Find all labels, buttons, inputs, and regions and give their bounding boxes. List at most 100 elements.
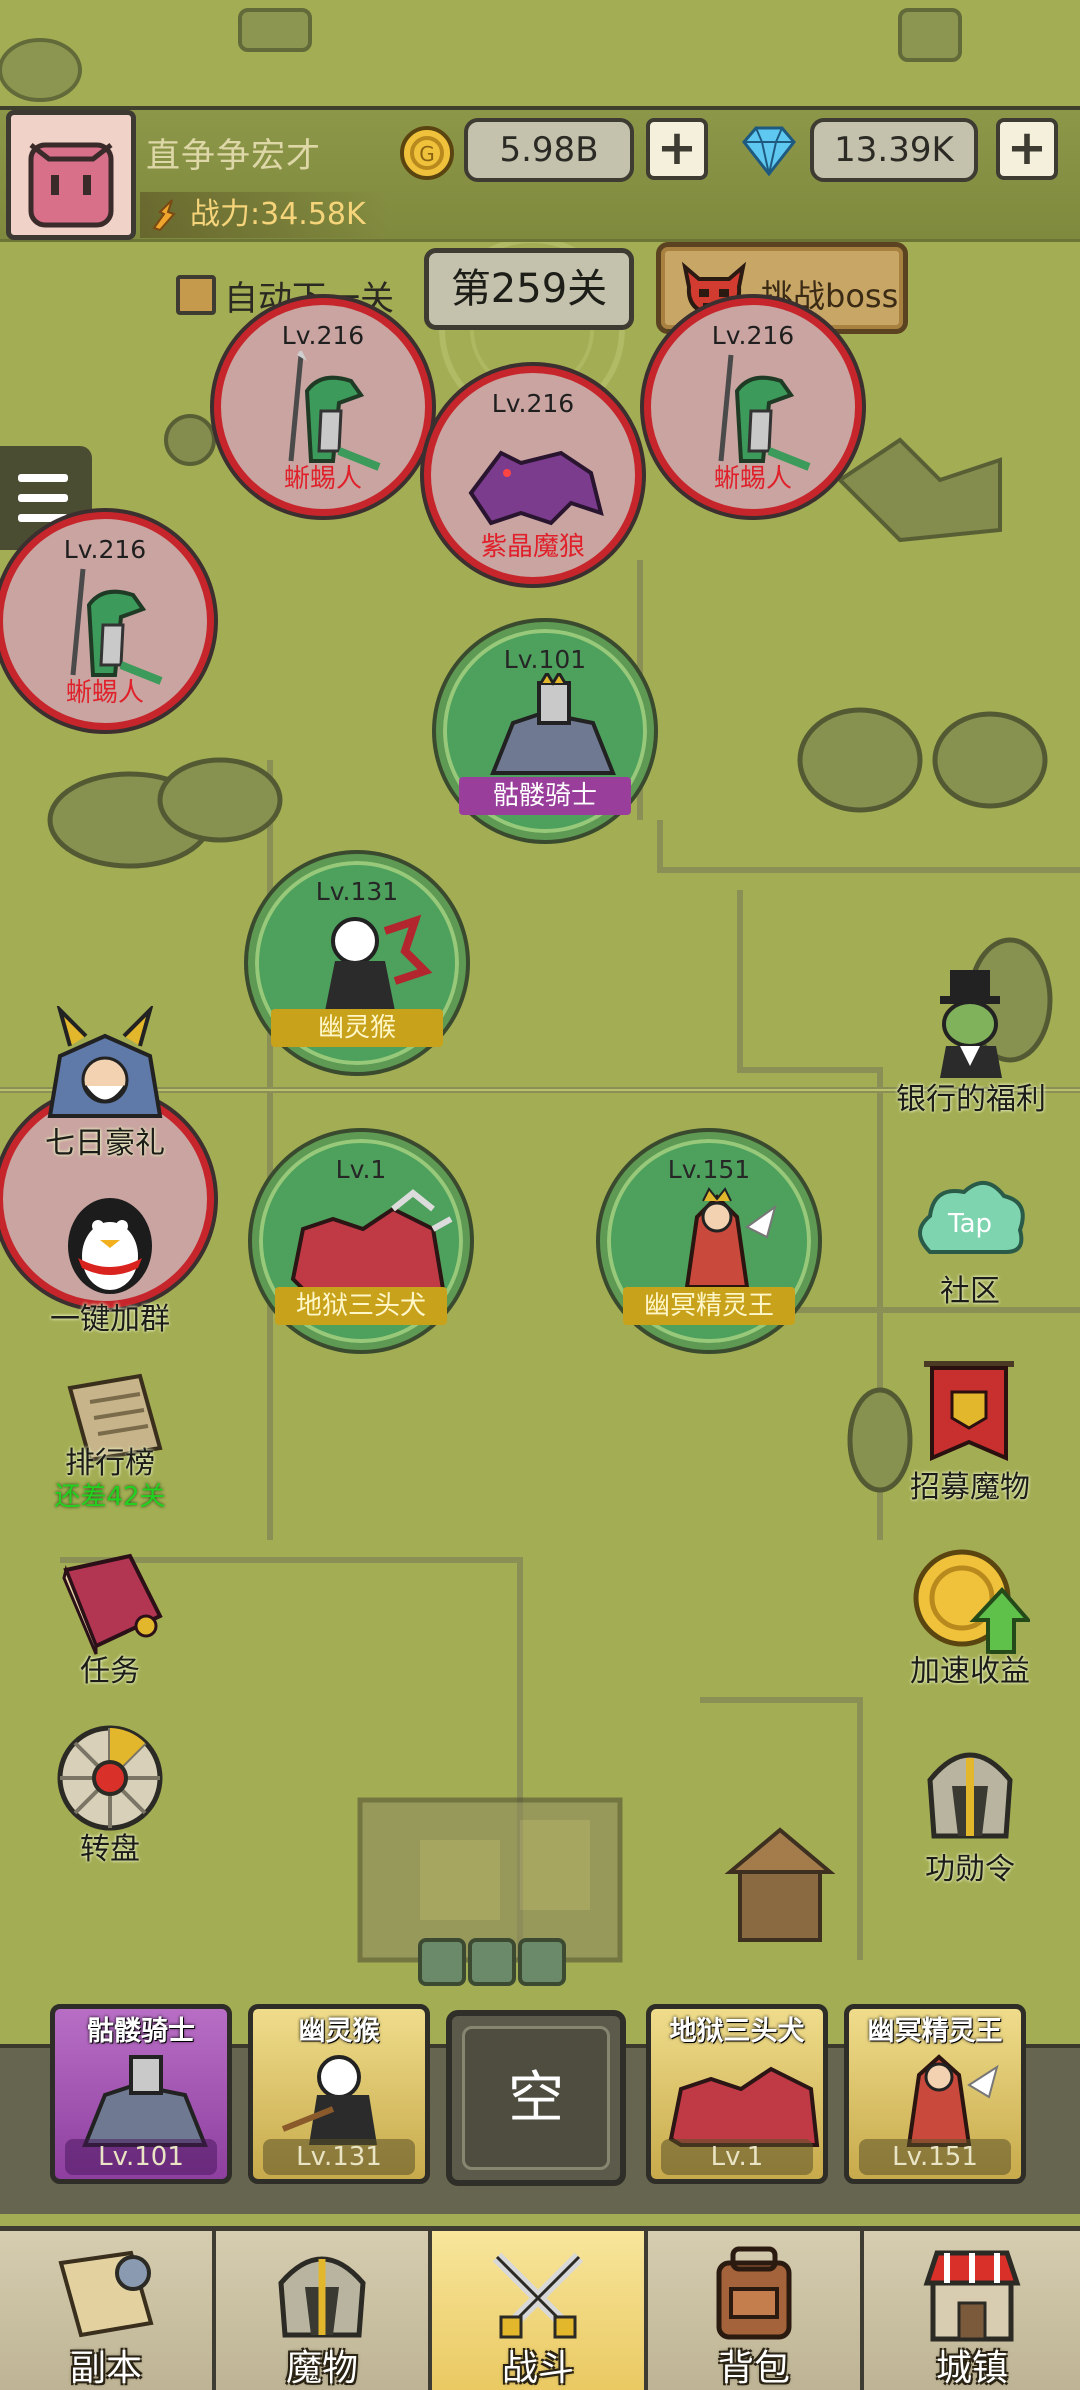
- tab-label: 副本: [69, 2348, 142, 2389]
- knight-helmet-icon: [47, 1003, 163, 1118]
- wheel-label: 转盘: [80, 1832, 140, 1867]
- team-slot[interactable]: 幽灵猴 Lv.131: [248, 2004, 430, 2184]
- unit-name: 蜥蜴人: [283, 464, 362, 494]
- cerberus-icon: [668, 2066, 820, 2147]
- team-slot[interactable]: 幽冥精灵王 Lv.151: [844, 2004, 1026, 2184]
- ally-unit[interactable]: Lv.151 幽冥精灵王: [600, 1132, 818, 1350]
- skeleton-knight-icon: [82, 2055, 208, 2147]
- join-group-button[interactable]: 一键加群: [40, 1186, 180, 1337]
- recruit-monster-button[interactable]: 招募魔物: [890, 1358, 1050, 1508]
- tab-label: 城镇: [935, 2348, 1008, 2389]
- unit-name: 幽冥精灵王: [623, 1287, 795, 1325]
- monster-avatar-icon: [28, 142, 114, 228]
- svg-text:G: G: [419, 142, 435, 166]
- unit-name: 蜥蜴人: [713, 464, 792, 494]
- tap-text: Tap: [947, 1209, 992, 1239]
- tasks-button[interactable]: 任务: [40, 1546, 180, 1696]
- join-group-label: 一键加群: [50, 1302, 170, 1337]
- team-slot[interactable]: 骷髅骑士 Lv.101: [50, 2004, 232, 2184]
- team-slot[interactable]: 地狱三头犬 Lv.1: [646, 2004, 828, 2184]
- shop-icon: [923, 2250, 1021, 2342]
- tab-label: 战斗: [501, 2348, 574, 2389]
- tab-monsters[interactable]: 魔物: [216, 2231, 432, 2390]
- cerberus-icon: [290, 1189, 453, 1291]
- gold-coin-icon: G: [400, 126, 454, 180]
- unit-level: Lv.1: [335, 1155, 387, 1184]
- enemy-unit[interactable]: Lv.216 蜥蜴人: [0, 512, 214, 730]
- team-slot-empty[interactable]: 空: [446, 2010, 626, 2186]
- bank-welfare-button[interactable]: 银行的福利: [896, 970, 1046, 1120]
- ranking-button[interactable]: 排行榜 还差42关: [40, 1368, 180, 1518]
- elf-king-icon: [906, 2054, 999, 2147]
- enemy-unit[interactable]: Lv.216 紫晶魔狼: [424, 366, 642, 584]
- unit-level: Lv.216: [711, 321, 795, 350]
- backpack-icon: [716, 2246, 792, 2340]
- coin-arrow-icon: [913, 1549, 1030, 1654]
- tab-backpack[interactable]: 背包: [648, 2231, 864, 2390]
- seven-day-gift-button[interactable]: 七日豪礼: [30, 1003, 180, 1161]
- roulette-wheel-icon: [57, 1725, 163, 1831]
- map-scroll-icon: [58, 2250, 154, 2338]
- menu-line: [18, 474, 68, 482]
- speed-up-button[interactable]: 加速收益: [890, 1546, 1050, 1696]
- unit-level: Lv.101: [503, 645, 587, 674]
- elf-king-icon: [684, 1187, 777, 1289]
- enemy-unit[interactable]: Lv.216 蜥蜴人: [214, 298, 432, 516]
- gem-amount: 13.39K: [810, 118, 978, 182]
- auto-next-checkbox[interactable]: [176, 275, 216, 315]
- wheel-button[interactable]: 转盘: [40, 1722, 180, 1872]
- empty-slot-label: 空: [462, 2026, 610, 2170]
- skeleton-knight-icon: [490, 673, 616, 775]
- ghost-monkey-icon: [281, 2055, 377, 2145]
- book-icon: [62, 1553, 163, 1655]
- slot-level: Lv.151: [859, 2139, 1011, 2175]
- unit-level: Lv.216: [281, 321, 365, 350]
- lizardman-icon: [288, 351, 381, 471]
- combat-power: 战力:34.58K: [140, 192, 390, 238]
- community-button[interactable]: Tap 社区: [900, 1172, 1040, 1312]
- penguin-icon: [68, 1198, 152, 1294]
- unit-level: Lv.216: [63, 535, 147, 564]
- recruit-monster-label: 招募魔物: [910, 1470, 1030, 1505]
- gold-amount: 5.98B: [464, 118, 634, 182]
- unit-name: 地狱三头犬: [275, 1287, 447, 1325]
- crossed-swords-icon: [492, 2252, 584, 2339]
- tasks-label: 任务: [80, 1654, 140, 1689]
- slot-level: Lv.1: [661, 2139, 813, 2175]
- unit-level: Lv.131: [315, 877, 399, 906]
- power-icon: [152, 199, 176, 232]
- community-label: 社区: [940, 1274, 1000, 1309]
- bank-welfare-label: 银行的福利: [896, 1082, 1046, 1117]
- taptap-cloud-icon: Tap: [918, 1181, 1025, 1254]
- slot-name: 地狱三头犬: [669, 2016, 805, 2047]
- diamond-icon: [742, 126, 796, 177]
- slot-level: Lv.131: [263, 2139, 415, 2175]
- add-gold-button[interactable]: +: [646, 118, 708, 180]
- tab-label: 背包: [717, 2348, 790, 2389]
- ranking-progress: 还差42关: [54, 1482, 166, 1512]
- banner-icon: [924, 1361, 1014, 1462]
- player-name: 直争争宏才: [146, 136, 321, 176]
- tab-dungeon[interactable]: 副本: [0, 2231, 216, 2390]
- add-gems-button[interactable]: +: [996, 118, 1058, 180]
- speed-up-label: 加速收益: [910, 1654, 1030, 1689]
- bottom-nav: 副本 魔物 战斗 背包 城镇: [0, 2226, 1080, 2390]
- ally-unit[interactable]: Lv.131 幽灵猴: [248, 854, 466, 1072]
- unit-name: 骷髅骑士: [459, 777, 631, 815]
- avatar[interactable]: [6, 110, 136, 240]
- slot-level: Lv.101: [65, 2139, 217, 2175]
- unit-name: 紫晶魔狼: [480, 532, 585, 562]
- lizardman-icon: [718, 354, 811, 471]
- current-level: 第259关: [424, 248, 634, 330]
- merit-order-button[interactable]: 功勋令: [900, 1740, 1040, 1890]
- slot-name: 骷髅骑士: [87, 2016, 195, 2047]
- unit-name: 蜥蜴人: [65, 678, 144, 708]
- ally-unit[interactable]: Lv.1 地狱三头犬: [252, 1132, 470, 1350]
- ally-unit[interactable]: Lv.101 骷髅骑士: [436, 622, 654, 840]
- tab-town[interactable]: 城镇: [864, 2231, 1080, 2390]
- menu-line: [18, 494, 68, 502]
- enemy-unit[interactable]: Lv.216 蜥蜴人: [644, 298, 862, 516]
- helmet-icon: [927, 1752, 1013, 1839]
- slot-name: 幽冥精灵王: [867, 2016, 1003, 2047]
- tab-battle[interactable]: 战斗: [432, 2231, 648, 2390]
